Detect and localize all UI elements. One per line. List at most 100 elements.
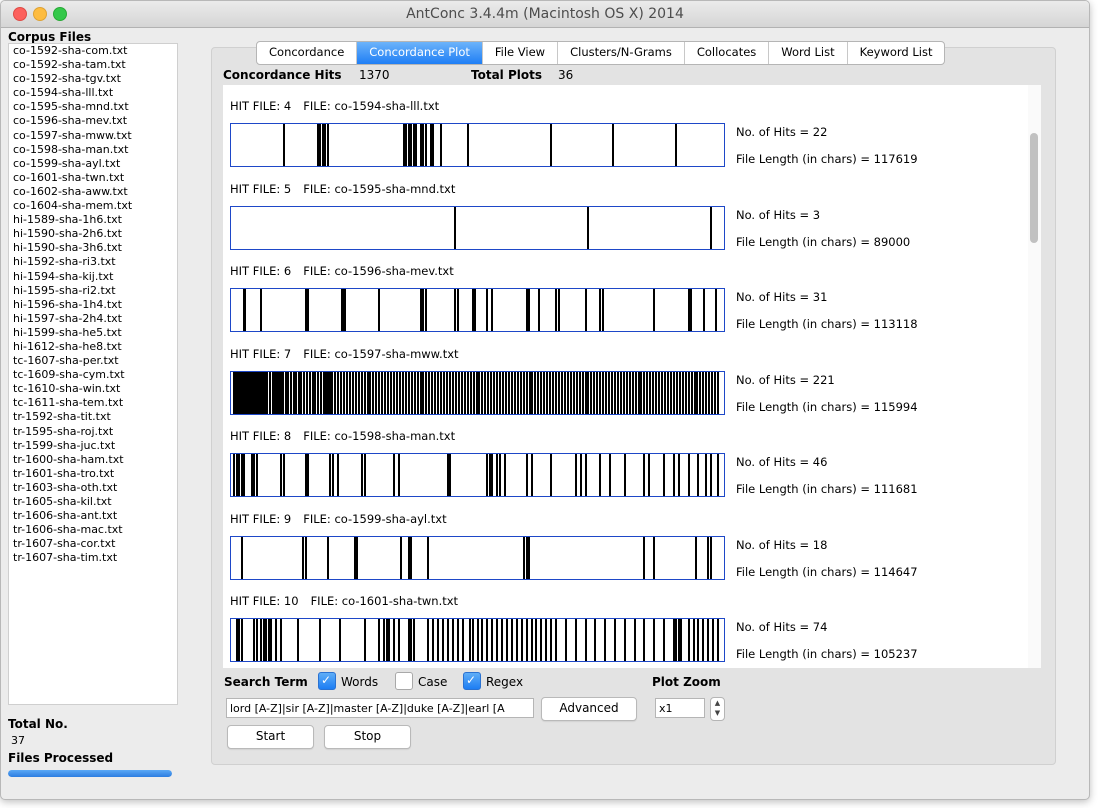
stop-button[interactable]: Stop bbox=[324, 725, 411, 749]
hit-mark[interactable] bbox=[506, 619, 508, 661]
hit-mark[interactable] bbox=[364, 371, 366, 414]
hit-mark[interactable] bbox=[679, 371, 681, 414]
hit-mark[interactable] bbox=[538, 289, 540, 331]
hit-mark[interactable] bbox=[358, 371, 360, 414]
hit-mark[interactable] bbox=[314, 371, 316, 414]
hit-mark[interactable] bbox=[349, 371, 351, 414]
hit-mark[interactable] bbox=[283, 454, 285, 496]
hit-mark[interactable] bbox=[570, 371, 572, 414]
hit-mark[interactable] bbox=[306, 371, 308, 414]
hit-mark[interactable] bbox=[427, 619, 429, 661]
hit-mark[interactable] bbox=[640, 371, 642, 414]
hit-mark[interactable] bbox=[550, 619, 552, 661]
hit-mark[interactable] bbox=[643, 454, 645, 496]
hit-mark[interactable] bbox=[295, 371, 297, 414]
hit-mark[interactable] bbox=[425, 289, 427, 331]
hit-mark[interactable] bbox=[432, 619, 434, 661]
corpus-file-item[interactable]: co-1592-sha-tam.txt bbox=[9, 58, 177, 72]
hit-mark[interactable] bbox=[707, 619, 709, 661]
hit-mark[interactable] bbox=[608, 371, 610, 414]
hit-mark[interactable] bbox=[352, 371, 354, 414]
hit-mark[interactable] bbox=[443, 371, 445, 414]
hit-mark[interactable] bbox=[334, 371, 336, 414]
corpus-file-item[interactable]: co-1597-sha-mww.txt bbox=[9, 129, 177, 143]
corpus-file-item[interactable]: co-1604-sha-mem.txt bbox=[9, 199, 177, 213]
hit-mark[interactable] bbox=[417, 371, 419, 414]
corpus-file-item[interactable]: tr-1606-sha-ant.txt bbox=[9, 509, 177, 523]
hit-mark[interactable] bbox=[667, 371, 669, 414]
hit-mark[interactable] bbox=[491, 619, 493, 661]
hit-mark[interactable] bbox=[707, 536, 709, 579]
hit-mark[interactable] bbox=[696, 371, 698, 414]
corpus-file-item[interactable]: hi-1590-sha-2h6.txt bbox=[9, 227, 177, 241]
hit-mark[interactable] bbox=[520, 371, 522, 414]
hit-mark[interactable] bbox=[708, 371, 710, 414]
hit-mark[interactable] bbox=[449, 454, 451, 496]
hit-mark[interactable] bbox=[555, 371, 557, 414]
hit-mark[interactable] bbox=[464, 371, 466, 414]
hit-mark[interactable] bbox=[425, 124, 427, 166]
chevron-up-icon[interactable]: ▲ bbox=[715, 699, 720, 707]
hit-mark[interactable] bbox=[303, 371, 305, 414]
hit-mark[interactable] bbox=[680, 619, 682, 661]
hit-mark[interactable] bbox=[697, 454, 699, 496]
hit-mark[interactable] bbox=[454, 206, 456, 249]
chevron-down-icon[interactable]: ▼ bbox=[715, 709, 720, 717]
hit-mark[interactable] bbox=[452, 619, 454, 661]
hit-mark[interactable] bbox=[575, 454, 577, 496]
hit-mark[interactable] bbox=[265, 619, 267, 661]
hit-mark[interactable] bbox=[400, 536, 402, 579]
hit-mark[interactable] bbox=[634, 619, 636, 661]
hit-mark[interactable] bbox=[396, 371, 398, 414]
hit-mark[interactable] bbox=[470, 371, 472, 414]
hit-mark[interactable] bbox=[290, 371, 292, 414]
hit-mark[interactable] bbox=[431, 371, 433, 414]
hit-mark[interactable] bbox=[499, 371, 501, 414]
advanced-button[interactable]: Advanced bbox=[541, 697, 637, 721]
hit-mark[interactable] bbox=[710, 206, 712, 249]
hit-mark[interactable] bbox=[646, 371, 648, 414]
hit-mark[interactable] bbox=[499, 454, 501, 496]
hit-mark[interactable] bbox=[632, 371, 634, 414]
corpus-file-item[interactable]: tr-1606-sha-mac.txt bbox=[9, 523, 177, 537]
hit-mark[interactable] bbox=[508, 371, 510, 414]
corpus-file-item[interactable]: tr-1603-sha-oth.txt bbox=[9, 481, 177, 495]
corpus-file-item[interactable]: tr-1599-sha-juc.txt bbox=[9, 439, 177, 453]
hit-mark[interactable] bbox=[565, 619, 567, 661]
concordance-plot-area[interactable]: HIT FILE: 4 FILE: co-1594-sha-lll.txt No. … bbox=[223, 85, 1041, 668]
hit-mark[interactable] bbox=[714, 371, 716, 414]
hit-mark[interactable] bbox=[653, 619, 655, 661]
hit-mark[interactable] bbox=[587, 371, 589, 414]
hit-mark[interactable] bbox=[517, 371, 519, 414]
hit-mark[interactable] bbox=[425, 371, 427, 414]
hit-mark[interactable] bbox=[585, 619, 587, 661]
hit-mark[interactable] bbox=[534, 371, 536, 414]
hit-mark[interactable] bbox=[643, 371, 645, 414]
corpus-file-item[interactable]: co-1592-sha-tgv.txt bbox=[9, 72, 177, 86]
hit-mark[interactable] bbox=[514, 371, 516, 414]
hit-mark[interactable] bbox=[675, 619, 677, 661]
hit-mark[interactable] bbox=[486, 454, 488, 496]
corpus-file-item[interactable]: hi-1589-sha-1h6.txt bbox=[9, 213, 177, 227]
hit-mark[interactable] bbox=[381, 371, 383, 414]
hit-mark[interactable] bbox=[593, 371, 595, 414]
words-checkbox[interactable] bbox=[318, 672, 336, 690]
hit-mark[interactable] bbox=[387, 371, 389, 414]
hit-mark[interactable] bbox=[372, 371, 374, 414]
hit-mark[interactable] bbox=[699, 371, 701, 414]
hit-mark[interactable] bbox=[496, 619, 498, 661]
corpus-file-item[interactable]: co-1601-sha-twn.txt bbox=[9, 171, 177, 185]
corpus-file-item[interactable]: co-1596-sha-mev.txt bbox=[9, 114, 177, 128]
hit-mark[interactable] bbox=[256, 454, 258, 496]
hit-mark[interactable] bbox=[624, 619, 626, 661]
hit-mark[interactable] bbox=[614, 619, 616, 661]
corpus-file-item[interactable]: co-1595-sha-mnd.txt bbox=[9, 100, 177, 114]
hit-mark[interactable] bbox=[526, 619, 528, 661]
hit-mark[interactable] bbox=[612, 124, 614, 166]
hit-mark[interactable] bbox=[238, 454, 240, 496]
hit-mark[interactable] bbox=[550, 124, 552, 166]
hit-mark[interactable] bbox=[327, 536, 329, 579]
hit-mark[interactable] bbox=[604, 619, 606, 661]
hit-mark[interactable] bbox=[405, 124, 407, 166]
hit-plot-strip[interactable] bbox=[230, 123, 725, 167]
